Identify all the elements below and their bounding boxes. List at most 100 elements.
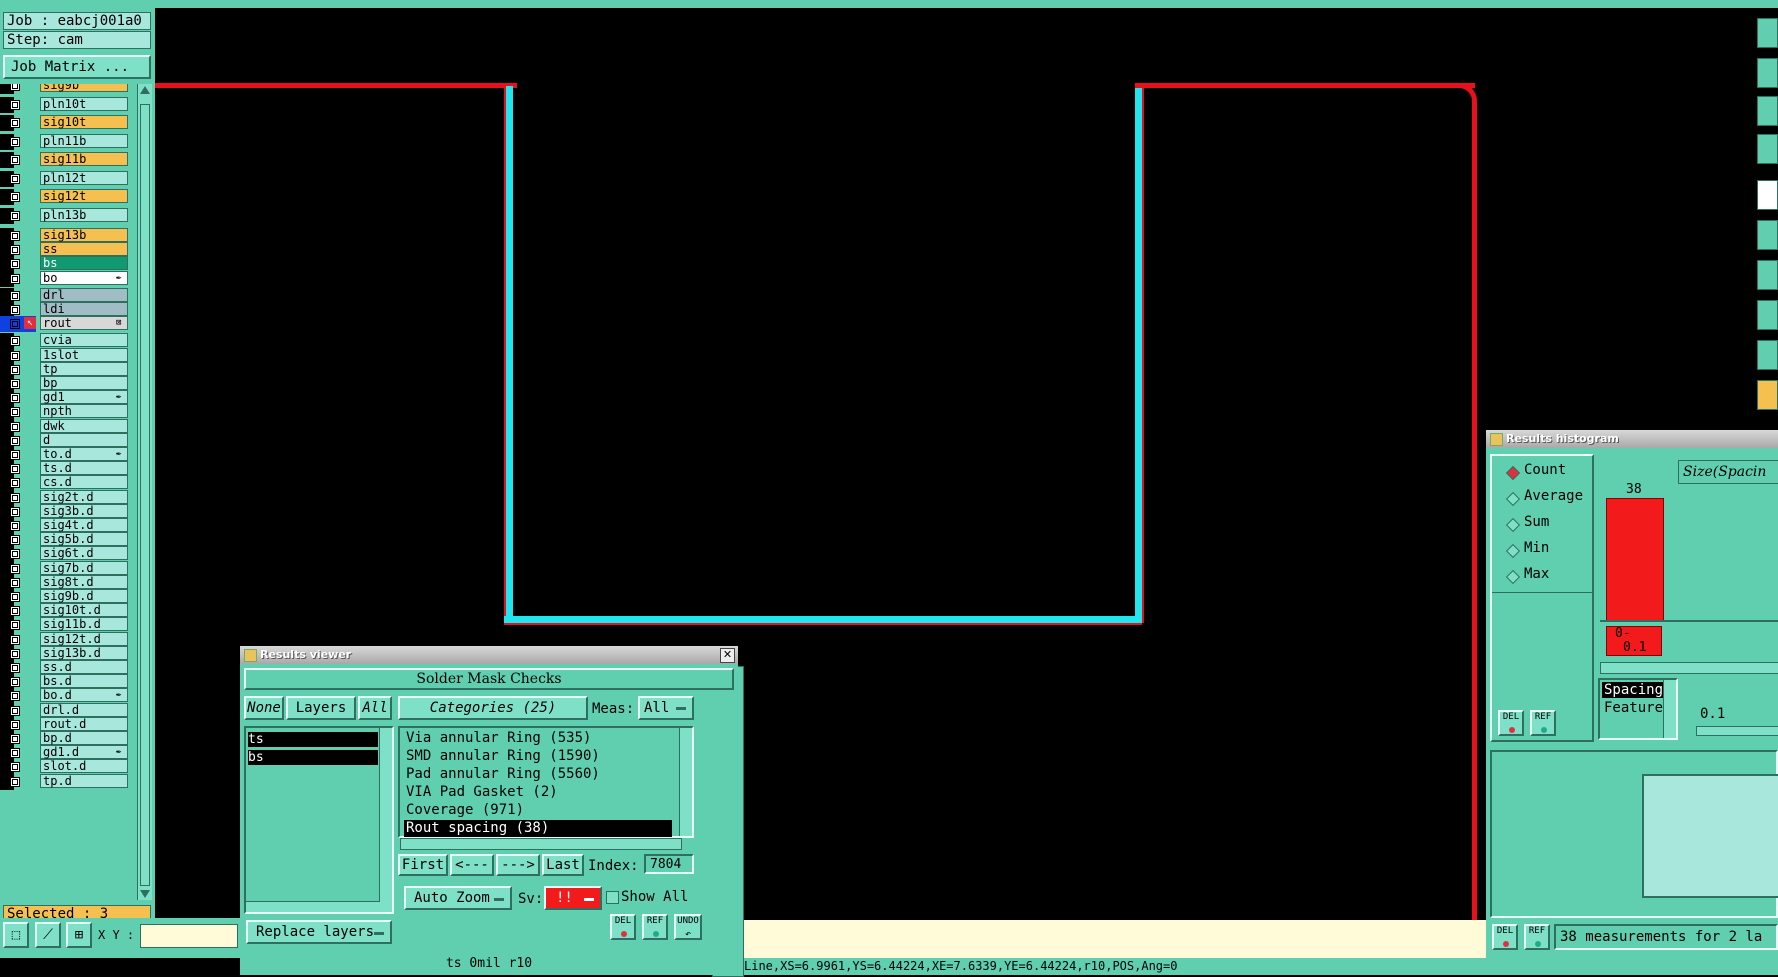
layer-checkbox[interactable] [10,231,20,241]
grid-tool-icon[interactable]: ⊞ [66,922,92,948]
layer-checkbox[interactable] [10,84,20,91]
tool-icon-4[interactable] [1757,134,1778,164]
tool-icon-10[interactable] [1757,380,1778,410]
layer-checkbox[interactable] [10,364,20,375]
measure-tool-icon[interactable]: ⟋ [35,922,61,948]
layer-checkbox[interactable] [10,407,20,418]
layer-row[interactable]: sig10t [0,115,128,131]
layer-checkbox[interactable] [10,734,20,744]
layer-checkbox[interactable] [10,762,20,773]
layer-checkbox[interactable] [10,155,20,165]
categories-listbox[interactable]: Via annular Ring (535) SMD annular Ring (… [398,726,694,838]
layer-checkbox[interactable] [10,577,20,588]
range-slider[interactable] [1696,726,1778,736]
layer-list-scrollbar[interactable] [137,84,152,900]
undo-button[interactable]: UNDO ↶ [674,914,702,940]
next-button[interactable]: ---> [496,854,540,876]
category-item[interactable]: Coverage (971) [406,802,524,819]
layer-checkbox[interactable] [10,648,20,659]
layer-checkbox[interactable] [10,776,20,787]
measure-item-feature[interactable]: Feature [1604,700,1663,716]
none-button[interactable]: None [244,696,284,720]
layer-row[interactable]: pln12t [0,170,128,187]
layer-row[interactable]: bo ✒ [0,270,128,287]
layer-checkbox[interactable] [10,319,20,330]
layer-checkbox[interactable] [10,336,20,347]
job-matrix-button[interactable]: Job Matrix ... [3,55,151,79]
layer-checkbox[interactable] [10,210,20,221]
layer-checkbox[interactable] [10,305,20,315]
tool-icon-2[interactable] [1757,58,1778,88]
layer-row[interactable]: pln13b [0,207,128,224]
categories-scrollbar[interactable] [679,728,692,836]
layer-checkbox[interactable] [10,99,20,110]
prev-button[interactable]: <--- [450,854,494,876]
layer-checkbox[interactable] [10,535,20,546]
layer-checkbox[interactable] [10,592,20,602]
tool-icon-5[interactable] [1757,180,1778,210]
last-button[interactable]: Last [542,854,584,876]
categories-hscrollbar[interactable] [400,838,682,850]
layers-list-hscrollbar[interactable] [246,901,380,912]
layer-checkbox[interactable] [10,506,20,517]
tool-icon-9[interactable] [1757,340,1778,370]
layer-row[interactable]: sig9b [0,84,128,94]
option-radio[interactable] [1505,543,1521,559]
layers-button[interactable]: Layers [286,696,356,720]
layer-checkbox[interactable] [10,435,20,446]
option-radio[interactable] [1505,569,1521,585]
tool-icon-7[interactable] [1757,260,1778,290]
layer-list-item[interactable]: bs [248,750,378,765]
show-all-checkbox[interactable] [606,891,619,904]
layer-checkbox[interactable] [10,136,20,147]
first-button[interactable]: First [398,854,448,876]
severity-dropdown[interactable]: !! [544,886,602,910]
auto-zoom-dropdown[interactable]: Auto Zoom [404,886,512,910]
layer-checkbox[interactable] [10,393,20,404]
histogram-titlebar[interactable]: Results histogram [1486,430,1778,448]
category-item[interactable]: Pad annular Ring (5560) [406,766,600,783]
layer-row[interactable]: pln10t [0,96,128,113]
layer-checkbox[interactable] [10,450,20,460]
layer-checkbox[interactable] [10,620,20,631]
category-item[interactable]: Via annular Ring (535) [406,730,591,747]
measure-type-list[interactable]: Spacing Feature [1598,678,1678,740]
layer-list-item[interactable]: ts [248,732,378,747]
category-item[interactable]: VIA Pad Gasket (2) [406,784,558,801]
layer-row[interactable]: sig11b [0,152,128,168]
layer-checkbox[interactable] [10,719,20,730]
layer-row[interactable]: sig12t [0,189,128,205]
tool-icon-6[interactable] [1757,220,1778,250]
close-icon[interactable]: ✕ [720,648,735,663]
layer-checkbox[interactable] [10,421,20,432]
layer-row[interactable]: ↖ rout ⊠ [0,316,128,333]
layer-checkbox[interactable] [10,521,20,531]
xy-input[interactable] [140,924,238,948]
layer-checkbox[interactable] [10,634,20,645]
index-input[interactable]: 7804 [644,854,694,874]
option-radio[interactable] [1505,491,1521,507]
select-tool-icon[interactable]: ⬚ [3,922,29,948]
tool-icon-1[interactable] [1757,18,1778,48]
tool-icon-3[interactable] [1757,96,1778,126]
layer-checkbox[interactable] [10,173,20,184]
option-radio[interactable] [1505,465,1521,481]
layer-checkbox[interactable] [10,464,20,475]
bin-label[interactable]: 0- 0.1 [1606,626,1662,656]
layer-checkbox[interactable] [10,259,20,270]
layer-checkbox[interactable] [10,350,20,361]
preview-ref-button[interactable]: REF [1524,924,1550,950]
layer-checkbox[interactable] [10,273,20,284]
layer-checkbox[interactable] [10,563,20,574]
layer-checkbox[interactable] [10,478,20,489]
measure-item-spacing[interactable]: Spacing [1602,682,1666,698]
layer-checkbox[interactable] [10,492,20,503]
layer-checkbox[interactable] [10,245,20,256]
category-item[interactable]: SMD annular Ring (1590) [406,748,600,765]
categories-button[interactable]: Categories (25) [398,696,588,720]
layer-checkbox[interactable] [10,290,20,301]
layer-checkbox[interactable] [10,705,20,716]
layer-checkbox[interactable] [10,677,20,688]
replace-layers-dropdown[interactable]: Replace layers [246,920,392,944]
layer-checkbox[interactable] [10,606,20,617]
